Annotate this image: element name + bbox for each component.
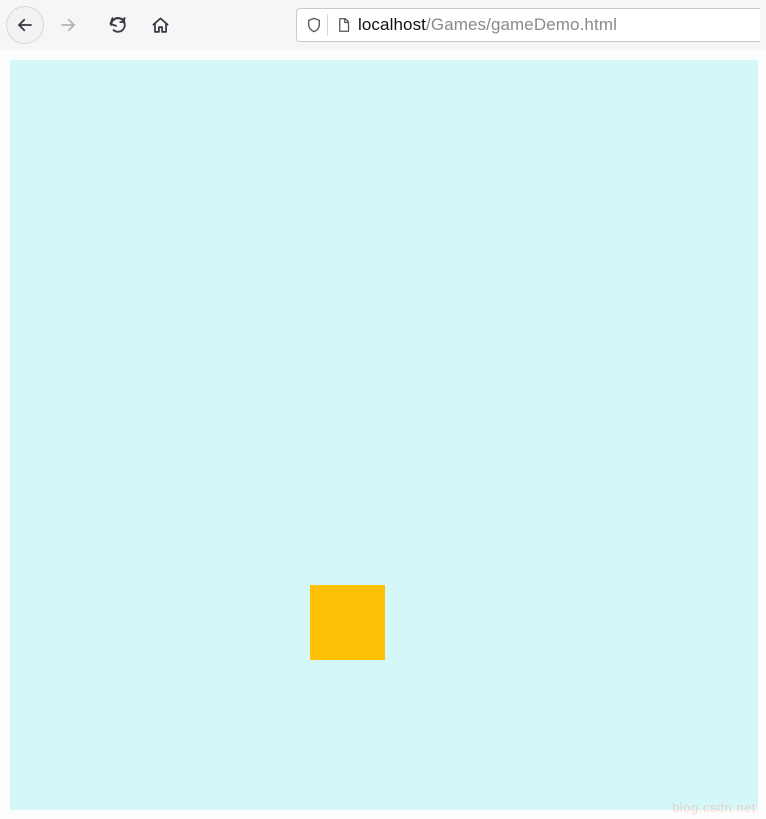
player-square[interactable] <box>310 585 385 660</box>
separator <box>327 14 328 36</box>
url-text: localhost/Games/gameDemo.html <box>358 15 617 35</box>
home-button[interactable] <box>144 9 176 41</box>
forward-button[interactable] <box>52 9 84 41</box>
arrow-right-icon <box>59 16 77 34</box>
arrow-left-icon <box>16 16 34 34</box>
watermark: blog.csdn.net <box>672 800 756 815</box>
page-content: blog.csdn.net <box>0 50 766 819</box>
browser-toolbar: localhost/Games/gameDemo.html <box>0 0 766 50</box>
game-canvas[interactable] <box>10 60 758 810</box>
url-host: localhost <box>358 15 426 34</box>
reload-button[interactable] <box>102 9 134 41</box>
home-icon <box>151 16 170 35</box>
url-path: /Games/gameDemo.html <box>426 15 617 34</box>
back-button[interactable] <box>6 6 44 44</box>
page-icon[interactable] <box>332 16 354 34</box>
address-bar[interactable]: localhost/Games/gameDemo.html <box>296 8 760 42</box>
reload-icon <box>109 16 127 34</box>
shield-icon[interactable] <box>303 16 325 34</box>
